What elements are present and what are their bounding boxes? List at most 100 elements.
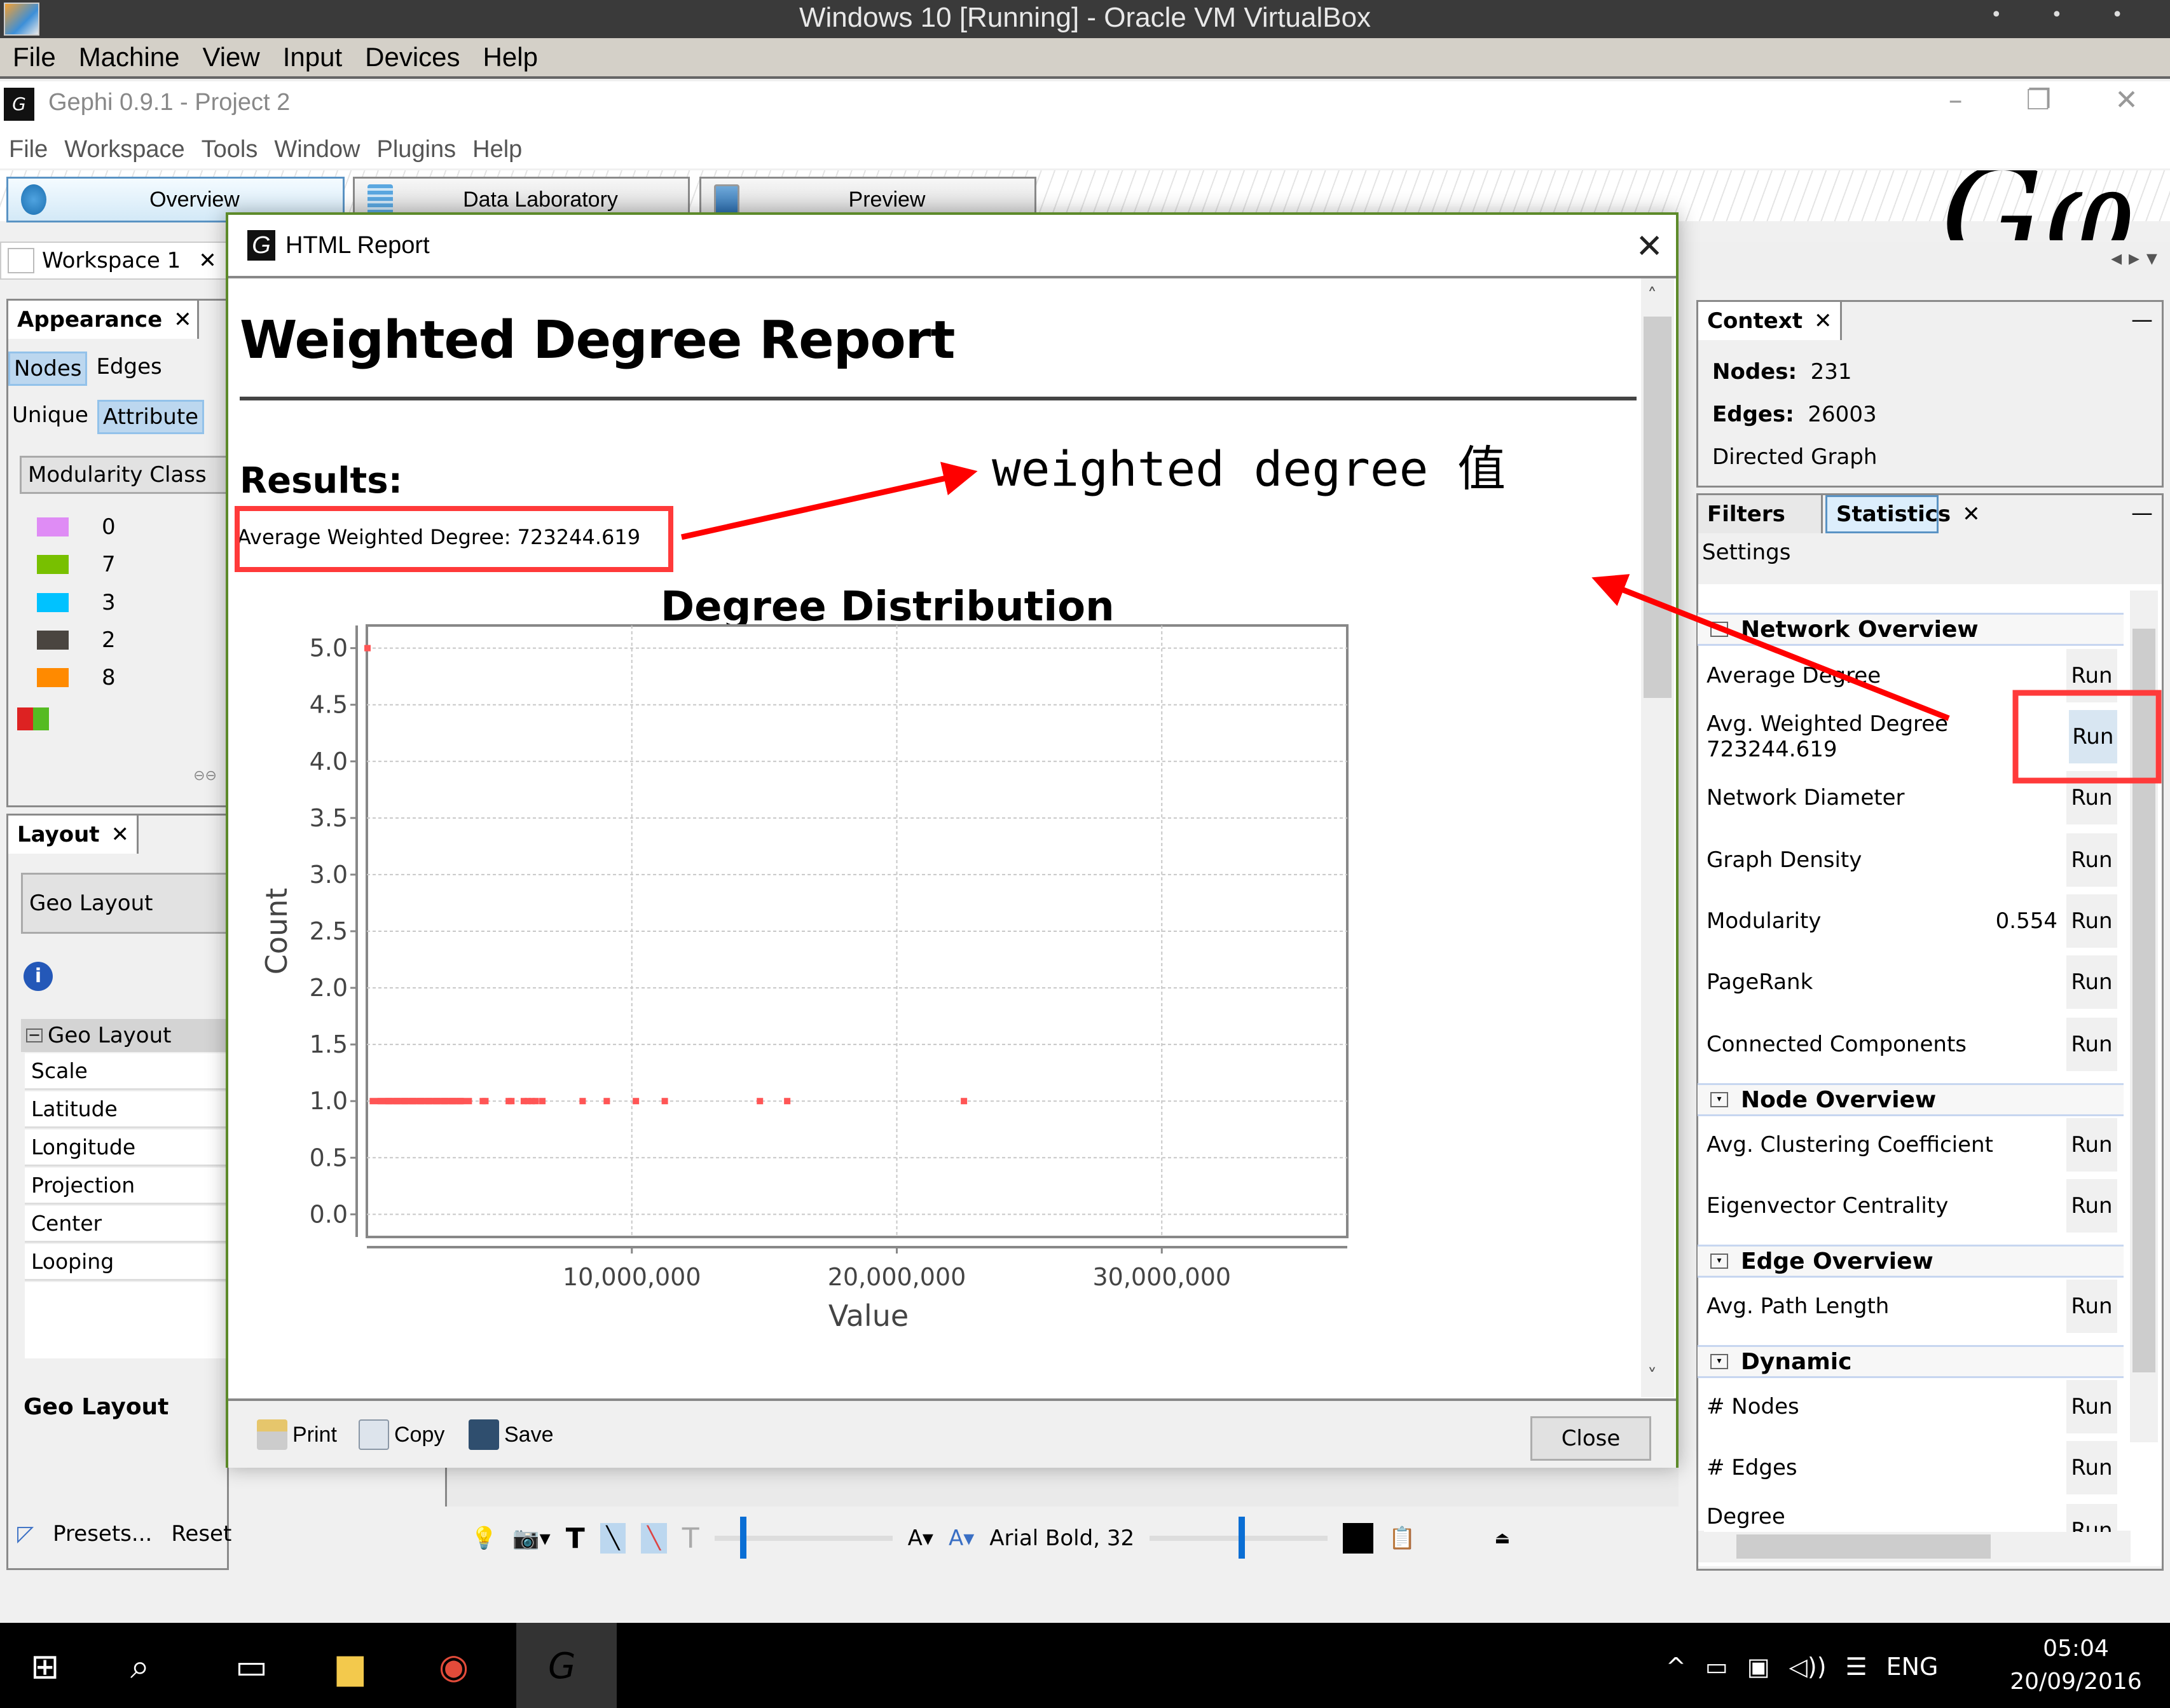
minimize-button[interactable]: –	[1949, 84, 1963, 116]
stats-scrollbar[interactable]	[2130, 591, 2158, 1442]
unique-toggle[interactable]: Unique	[8, 400, 92, 434]
collapse-icon[interactable]: ▾	[1710, 622, 1728, 637]
edge-color-icon[interactable]: ╲	[641, 1523, 667, 1554]
color-swatch[interactable]	[37, 631, 69, 650]
font-size-icon[interactable]: A▾	[908, 1526, 933, 1551]
attribute-toggle[interactable]: Attribute	[97, 400, 205, 434]
text-tool-icon[interactable]: T	[566, 1522, 585, 1555]
close-window-button[interactable]: ✕	[2115, 84, 2138, 116]
attribute-select[interactable]: Modularity Class	[20, 456, 230, 494]
dialog-scrollbar-thumb[interactable]	[1644, 317, 1672, 698]
property-row[interactable]: Longitude	[25, 1130, 230, 1166]
layout-tab[interactable]: Layout ✕	[8, 816, 139, 854]
window-controls-dots[interactable]: • • •	[1991, 4, 2145, 26]
collapse-icon[interactable]: ▾	[1710, 1354, 1728, 1369]
close-button[interactable]: Close	[1530, 1416, 1651, 1461]
settings-button[interactable]: Settings	[1702, 540, 1790, 565]
edges-toggle[interactable]: Edges	[92, 352, 165, 386]
color-picker[interactable]	[1343, 1523, 1374, 1554]
show-hidden-icon[interactable]: ^	[1666, 1653, 1686, 1681]
menu-help[interactable]: Help	[472, 136, 522, 163]
color-swatch[interactable]	[37, 668, 69, 687]
collapse-icon[interactable]: ▾	[1710, 1254, 1728, 1269]
restore-button[interactable]: ❐	[2026, 84, 2051, 116]
run-button[interactable]: Run	[2066, 1118, 2117, 1172]
stats-h-scrollbar[interactable]	[1698, 1531, 2131, 1562]
reset-button[interactable]: Reset	[171, 1521, 231, 1547]
label-tool-icon[interactable]: T	[682, 1522, 699, 1555]
dialog-close-icon[interactable]: ✕	[1635, 228, 1663, 266]
menu-file[interactable]: File	[9, 136, 48, 163]
run-button[interactable]: Run	[2066, 1018, 2117, 1071]
print-button[interactable]: Print	[257, 1419, 337, 1450]
property-row[interactable]: Looping	[25, 1244, 230, 1281]
run-button[interactable]: Run	[2066, 955, 2117, 1009]
close-statistics-icon[interactable]: ✕	[1962, 502, 1981, 527]
close-context-icon[interactable]: ✕	[1814, 308, 1832, 334]
section-edge-overview[interactable]: ▾ Edge Overview	[1698, 1245, 2124, 1278]
screenshot-icon[interactable]: 📷▾	[512, 1526, 550, 1551]
run-button[interactable]: Run	[2066, 1380, 2117, 1433]
scroll-up-icon[interactable]: ˄	[1647, 285, 1657, 307]
close-appearance-icon[interactable]: ✕	[174, 307, 192, 332]
run-button[interactable]: Run	[2066, 649, 2117, 702]
menu-tools[interactable]: Tools	[202, 136, 258, 163]
copy-button[interactable]: Copy	[359, 1419, 444, 1450]
color-swatch[interactable]	[37, 593, 69, 612]
color-swatch[interactable]	[37, 555, 69, 574]
property-row[interactable]: Latitude	[25, 1091, 230, 1128]
minimize-context-icon[interactable]: —	[2131, 307, 2153, 332]
menu-window[interactable]: Window	[274, 136, 360, 163]
dropdown-arrow-icon[interactable]: ◂ ▸ ▾	[2111, 245, 2157, 271]
chrome-icon[interactable]: ◉	[439, 1646, 469, 1686]
run-button[interactable]: Run	[2066, 771, 2117, 824]
presets-button[interactable]: Presets...	[53, 1521, 152, 1547]
menu-workspace[interactable]: Workspace	[64, 136, 184, 163]
volume-icon[interactable]: ◁))	[1789, 1653, 1827, 1681]
vbox-menu-view[interactable]: View	[202, 42, 259, 72]
clipboard-icon[interactable]: 📋	[1389, 1526, 1415, 1551]
palette-icon[interactable]	[17, 707, 49, 730]
layout-select[interactable]: Geo Layout	[21, 873, 231, 934]
font-color-icon[interactable]: A▾	[949, 1526, 974, 1551]
run-button[interactable]: Run	[2066, 1280, 2117, 1333]
property-row[interactable]: Projection	[25, 1168, 230, 1205]
nodes-toggle[interactable]: Nodes	[8, 352, 88, 386]
run-button[interactable]: Run	[2066, 1441, 2117, 1494]
save-button[interactable]: Save	[469, 1419, 554, 1450]
info-icon[interactable]: i	[24, 962, 53, 991]
section-node-overview[interactable]: ▾ Node Overview	[1698, 1083, 2124, 1116]
property-row[interactable]: Scale	[25, 1053, 230, 1090]
minimize-statistics-icon[interactable]: —	[2131, 500, 2153, 526]
gephi-taskbar-button[interactable]: G	[516, 1623, 617, 1708]
run-button[interactable]: Run	[2068, 710, 2117, 763]
close-workspace-icon[interactable]: ✕	[198, 248, 217, 273]
run-button[interactable]: Run	[2066, 1179, 2117, 1233]
edge-tool-icon[interactable]: ╲	[600, 1523, 626, 1554]
collapse-icon[interactable]: ▾	[1710, 1092, 1728, 1107]
file-explorer-icon[interactable]: ▆	[337, 1646, 364, 1686]
close-layout-icon[interactable]: ✕	[111, 822, 130, 847]
start-button-icon[interactable]: ⊞	[31, 1646, 59, 1686]
run-button[interactable]: Run	[2066, 894, 2117, 948]
size-slider[interactable]	[714, 1517, 893, 1559]
vbox-menu-help[interactable]: Help	[483, 42, 538, 72]
font-label[interactable]: Arial Bold, 32	[989, 1526, 1134, 1551]
color-swatch[interactable]	[37, 517, 69, 536]
vbox-menu-input[interactable]: Input	[283, 42, 342, 72]
tab-filters[interactable]: Filters	[1698, 495, 1823, 533]
search-icon[interactable]: ⌕	[130, 1646, 149, 1687]
context-tab[interactable]: Context ✕	[1698, 302, 1842, 340]
lightbulb-icon[interactable]: 💡	[470, 1526, 497, 1551]
collapse-icon[interactable]: −	[26, 1027, 43, 1042]
property-row[interactable]: Center	[25, 1206, 230, 1243]
geo-layout-group-header[interactable]: − Geo Layout	[21, 1019, 231, 1052]
clock[interactable]: 05:04 20/09/2016	[2003, 1632, 2149, 1698]
vbox-menu-file[interactable]: File	[13, 42, 56, 72]
notifications-icon[interactable]: ☰	[1846, 1653, 1867, 1681]
font-slider[interactable]	[1150, 1517, 1328, 1559]
vbox-menu-machine[interactable]: Machine	[79, 42, 180, 72]
workspace-1-tab[interactable]: Workspace 1 ✕	[0, 242, 228, 280]
section-network-overview[interactable]: ▾ Network Overview	[1698, 613, 2124, 646]
link-icon[interactable]: ⊖⊖	[193, 768, 217, 784]
